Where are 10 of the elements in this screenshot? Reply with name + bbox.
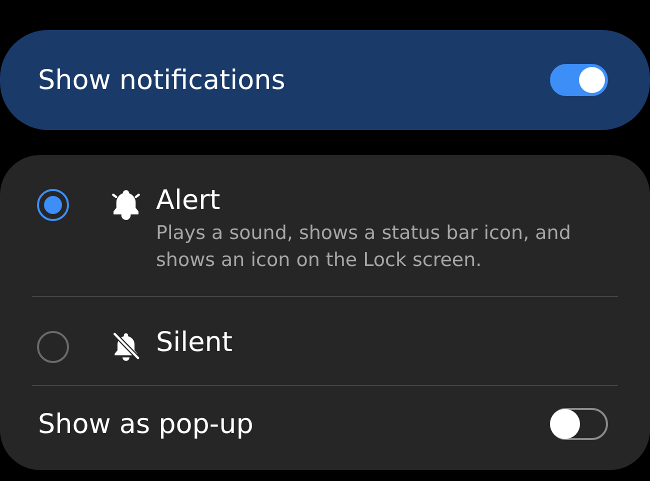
option-label: Silent <box>156 327 232 358</box>
option-description: Plays a sound, shows a status bar icon, and shows an icon on the Lock screen. <box>156 221 572 273</box>
toggle-switch[interactable] <box>550 408 608 440</box>
radio-button[interactable] <box>37 331 69 363</box>
radio-button[interactable] <box>37 189 69 221</box>
toggle-switch[interactable] <box>550 64 608 96</box>
popup-label: Show as pop-up <box>38 408 254 440</box>
option-label: Alert <box>156 185 222 216</box>
show-notifications-label: Show notifications <box>38 64 286 96</box>
bell-icon <box>109 187 143 221</box>
